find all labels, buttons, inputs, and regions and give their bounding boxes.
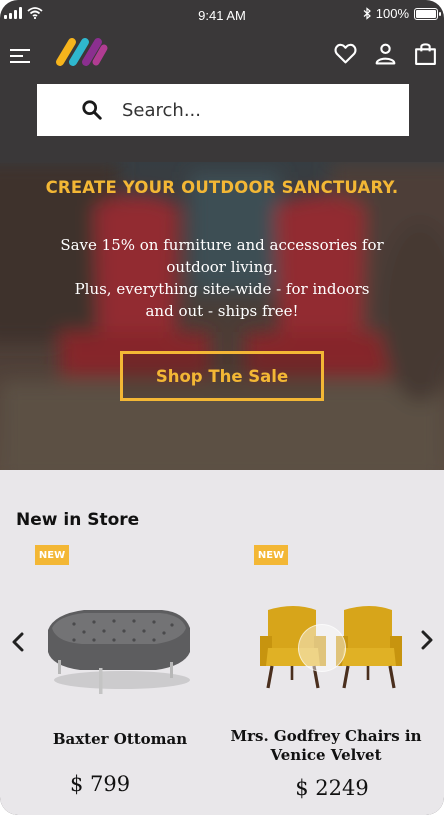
chevron-left-icon[interactable] (7, 630, 31, 654)
product-price: $ 799 (69, 772, 131, 796)
hero-line: outdoor living. (166, 258, 278, 276)
brand-logo[interactable] (54, 34, 110, 68)
chevron-right-icon[interactable] (414, 628, 438, 652)
user-icon[interactable] (373, 41, 398, 66)
product-price: $ 2249 (295, 776, 369, 800)
battery-level (416, 9, 436, 18)
hero-description: Save 15% on furniture and accessories fo… (40, 234, 404, 322)
hero-banner: CREATE YOUR OUTDOOR SANCTUARY. Save 15% … (0, 162, 444, 470)
carousel-touch-indicator[interactable] (298, 624, 346, 672)
hero-line: and out - ships free! (145, 302, 299, 320)
status-bar: 9:41 AM 100% (0, 0, 444, 32)
product-name[interactable]: Baxter Ottoman (20, 730, 220, 749)
nav-actions (333, 41, 438, 66)
app-screen: 9:41 AM 100% Search... CREATE YOUR OUTDO… (0, 0, 444, 815)
heart-icon[interactable] (333, 41, 358, 66)
product-image-ottoman[interactable] (44, 600, 194, 700)
hero-line: Plus, everything site-wide - for indoors (74, 280, 370, 298)
bluetooth-icon (363, 7, 371, 20)
search-input[interactable] (122, 99, 362, 121)
product-name-line: Venice Velvet (270, 746, 382, 764)
shopping-bag-icon[interactable] (413, 41, 438, 66)
product-name[interactable]: Mrs. Godfrey Chairs in Venice Velvet (226, 727, 426, 765)
section-title: New in Store (16, 510, 140, 530)
new-badge: NEW (35, 545, 69, 565)
hero-line: Save 15% on furniture and accessories fo… (60, 236, 384, 254)
top-nav (0, 32, 444, 80)
search-bar[interactable] (37, 84, 409, 136)
new-badge: NEW (254, 545, 288, 565)
status-battery-group: 100% (363, 6, 441, 21)
battery-icon (414, 7, 441, 20)
menu-icon[interactable] (10, 46, 30, 66)
shop-the-sale-button[interactable]: Shop The Sale (120, 351, 324, 401)
product-name-line: Mrs. Godfrey Chairs in (230, 727, 422, 745)
battery-percent: 100% (375, 6, 409, 21)
new-in-store-section: New in Store NEW Baxter Ottoman $ 799 NE… (0, 470, 444, 815)
search-icon[interactable] (81, 99, 103, 121)
hero-title: CREATE YOUR OUTDOOR SANCTUARY. (45, 178, 399, 197)
